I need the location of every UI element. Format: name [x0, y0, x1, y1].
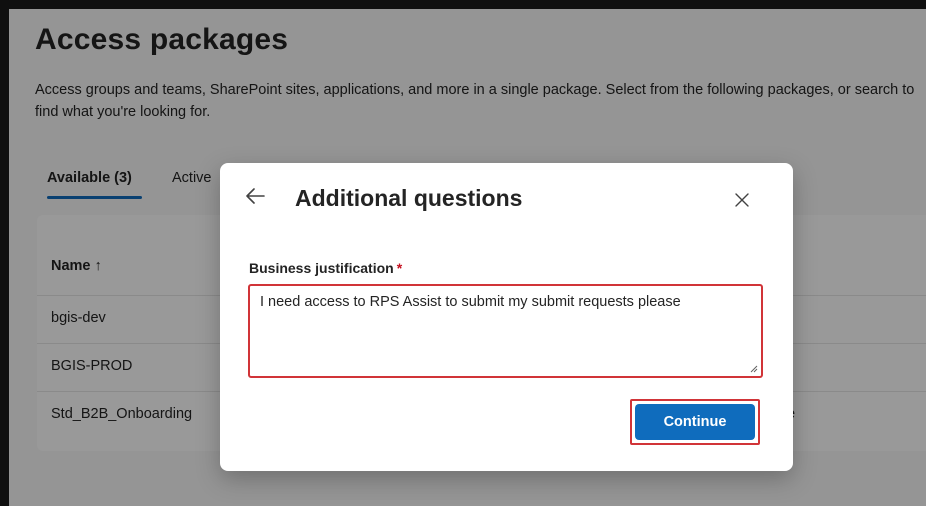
continue-highlight: Continue — [630, 399, 760, 445]
field-label-text: Business justification — [249, 260, 394, 276]
access-packages-page: Access packages Access groups and teams,… — [9, 9, 926, 506]
business-justification-field[interactable]: I need access to RPS Assist to submit my… — [248, 284, 763, 378]
app-frame: Access packages Access groups and teams,… — [0, 0, 926, 506]
continue-button[interactable]: Continue — [635, 404, 755, 440]
resize-handle-icon[interactable] — [749, 364, 758, 373]
dialog-title: Additional questions — [295, 185, 523, 211]
required-marker: * — [396, 260, 403, 276]
arrow-left-icon[interactable] — [244, 185, 266, 207]
business-justification-label: Business justification * — [249, 260, 402, 276]
additional-questions-dialog: Additional questions Business justificat… — [220, 163, 793, 471]
field-value: I need access to RPS Assist to submit my… — [260, 294, 681, 310]
close-icon[interactable] — [734, 192, 750, 208]
